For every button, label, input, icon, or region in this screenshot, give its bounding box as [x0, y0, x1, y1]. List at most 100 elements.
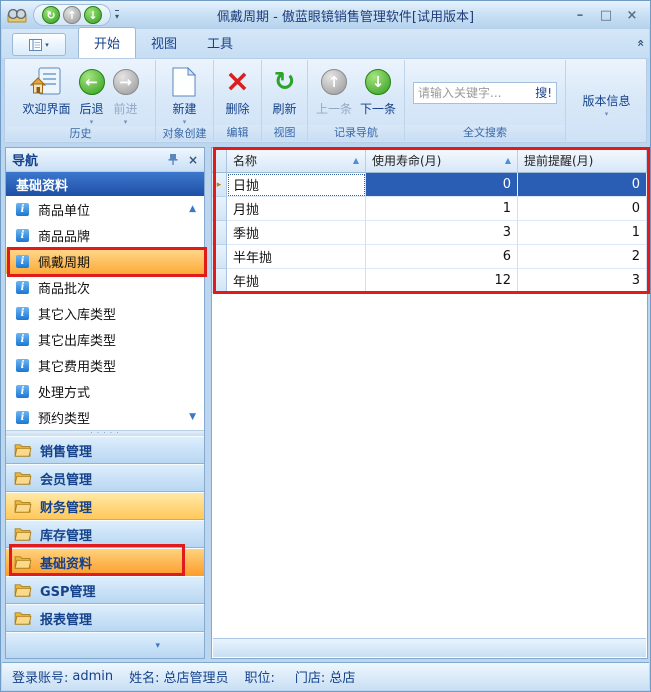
cell-remind[interactable]: 2 — [518, 245, 647, 269]
close-button[interactable]: × — [624, 8, 640, 23]
group-label-view: 视图 — [262, 125, 307, 141]
row-indicator — [212, 245, 227, 269]
cell-name[interactable]: 季抛 — [227, 221, 366, 245]
sidebar-group-basic-data[interactable]: 基础资料 — [6, 548, 204, 576]
position-label: 职位: — [245, 667, 275, 686]
info-icon: i — [16, 385, 29, 398]
glasses-app-icon — [7, 7, 27, 23]
cell-name[interactable]: 日抛 — [227, 173, 366, 197]
folder-icon — [14, 583, 32, 597]
cell-remind[interactable]: 1 — [518, 221, 647, 245]
login-account-value: admin — [72, 669, 113, 684]
sidebar-item-other-outbound-type[interactable]: i 其它出库类型 — [6, 326, 204, 352]
previous-record-icon: ↑ — [321, 69, 347, 95]
cell-name[interactable]: 年抛 — [227, 269, 366, 293]
sidebar-group-member[interactable]: 会员管理 — [6, 464, 204, 492]
back-button[interactable]: ← 后退 ▾ — [75, 63, 109, 126]
scroll-down-icon[interactable]: ▼ — [189, 412, 196, 422]
sort-asc-icon: ▲ — [353, 156, 359, 165]
ribbon-group-history: 欢迎界面 ← 后退 ▾ → 前进 ▾ 历史 — [6, 60, 156, 141]
new-button[interactable]: 新建 ▾ — [168, 63, 200, 126]
folder-icon — [14, 499, 32, 513]
navigation-close-icon[interactable]: × — [188, 153, 198, 167]
refresh-button[interactable]: ↻ 刷新 — [268, 63, 300, 125]
sidebar-item-other-inbound-type[interactable]: i 其它入库类型 — [6, 300, 204, 326]
table-row[interactable]: 月抛 1 0 — [212, 197, 647, 221]
cell-life[interactable]: 12 — [366, 269, 518, 293]
row-indicator — [212, 221, 227, 245]
cell-life[interactable]: 6 — [366, 245, 518, 269]
navigation-caption: 导航 × — [6, 148, 204, 172]
previous-record-button[interactable]: ↑ 上一条 — [312, 63, 356, 125]
quick-access-toolbar: ↻ ↑ ↓ — [33, 4, 111, 26]
cell-name[interactable]: 半年抛 — [227, 245, 366, 269]
tab-tools[interactable]: 工具 — [192, 28, 248, 58]
back-dropdown-icon: ▾ — [90, 118, 94, 126]
column-header-life[interactable]: 使用寿命(月) ▲ — [366, 148, 518, 173]
tab-start[interactable]: 开始 — [78, 27, 136, 58]
application-menu-button[interactable]: ▾ — [12, 33, 66, 56]
cell-life[interactable]: 1 — [366, 197, 518, 221]
collapse-ribbon-icon[interactable]: « — [634, 39, 648, 47]
quick-down-icon[interactable]: ↓ — [84, 6, 102, 24]
cell-remind[interactable]: 3 — [518, 269, 647, 293]
table-row[interactable]: 年抛 12 3 — [212, 269, 647, 293]
search-go-button[interactable]: 搜! — [533, 84, 552, 101]
sidebar-item-other-expense-type[interactable]: i 其它费用类型 — [6, 352, 204, 378]
sidebar-item-wearing-cycle[interactable]: i 佩戴周期 — [6, 248, 204, 274]
sidebar-group-gsp[interactable]: GSP管理 — [6, 576, 204, 604]
column-header-name[interactable]: 名称 ▲ — [227, 148, 366, 173]
delete-button[interactable]: × 删除 — [221, 63, 254, 125]
welcome-button[interactable]: 欢迎界面 — [18, 63, 74, 126]
cell-life[interactable]: 0 — [366, 173, 518, 197]
grid-header-row: 名称 ▲ 使用寿命(月) ▲ 提前提醒(月) — [212, 148, 647, 173]
sidebar-group-finance[interactable]: 财务管理 — [6, 492, 204, 520]
sidebar-item-appointment-type[interactable]: i 预约类型 ▼ — [6, 404, 204, 430]
store-label: 门店: — [295, 667, 325, 686]
next-record-button[interactable]: ↓ 下一条 — [356, 63, 400, 125]
pin-icon[interactable] — [168, 153, 178, 166]
table-row[interactable]: 季抛 3 1 — [212, 221, 647, 245]
delete-icon: × — [225, 67, 250, 97]
navigation-pane: 导航 × 基础资料 i 商品单位 ▲ i 商品品牌 i 佩戴周期 — [5, 147, 205, 659]
new-document-icon — [172, 67, 196, 97]
table-row[interactable]: ▸ 日抛 0 0 — [212, 173, 647, 197]
quick-up-icon[interactable]: ↑ — [63, 6, 81, 24]
scroll-up-icon[interactable]: ▲ — [189, 204, 196, 214]
status-bar: 登录账号: admin 姓名: 总店管理员 职位: 门店: 总店 — [2, 662, 649, 690]
table-row[interactable]: 半年抛 6 2 — [212, 245, 647, 269]
sidebar-item-product-batch[interactable]: i 商品批次 — [6, 274, 204, 300]
cell-life[interactable]: 3 — [366, 221, 518, 245]
user-name-label: 姓名: — [129, 667, 159, 686]
cell-name[interactable]: 月抛 — [227, 197, 366, 221]
sidebar-item-product-brand[interactable]: i 商品品牌 — [6, 222, 204, 248]
maximize-button[interactable]: □ — [598, 8, 614, 23]
app-menu-caret-icon: ▾ — [45, 41, 49, 49]
forward-dropdown-icon: ▾ — [124, 118, 128, 126]
login-account-label: 登录账号: — [12, 667, 68, 686]
row-indicator: ▸ — [212, 173, 227, 197]
cell-remind[interactable]: 0 — [518, 173, 647, 197]
quick-refresh-icon[interactable]: ↻ — [42, 6, 60, 24]
group-label-record-nav: 记录导航 — [308, 125, 404, 141]
sidebar-group-report[interactable]: 报表管理 — [6, 604, 204, 632]
sidebar-item-handling-method[interactable]: i 处理方式 — [6, 378, 204, 404]
group-label-history: 历史 — [6, 126, 155, 141]
forward-button[interactable]: → 前进 ▾ — [109, 63, 143, 126]
version-info-button[interactable]: 版本信息 ▾ — [571, 67, 643, 139]
minimize-button[interactable]: – — [572, 8, 588, 23]
column-header-remind[interactable]: 提前提醒(月) — [518, 148, 647, 173]
sidebar-item-product-unit[interactable]: i 商品单位 ▲ — [6, 196, 204, 222]
cell-remind[interactable]: 0 — [518, 197, 647, 221]
info-icon: i — [16, 281, 29, 294]
ribbon: 欢迎界面 ← 后退 ▾ → 前进 ▾ 历史 — [4, 58, 647, 143]
sidebar-group-sales[interactable]: 销售管理 — [6, 436, 204, 464]
ribbon-group-record-nav: ↑ 上一条 ↓ 下一条 记录导航 — [308, 60, 405, 141]
tab-view[interactable]: 视图 — [136, 28, 192, 58]
overflow-chevron-icon[interactable]: ▾ — [155, 641, 160, 651]
group-label-search: 全文搜索 — [405, 125, 565, 141]
data-grid: 名称 ▲ 使用寿命(月) ▲ 提前提醒(月) ▸ 日抛 0 0 月抛 — [212, 148, 647, 293]
search-input[interactable] — [418, 86, 533, 100]
row-indicator — [212, 197, 227, 221]
sidebar-group-inventory[interactable]: 库存管理 — [6, 520, 204, 548]
